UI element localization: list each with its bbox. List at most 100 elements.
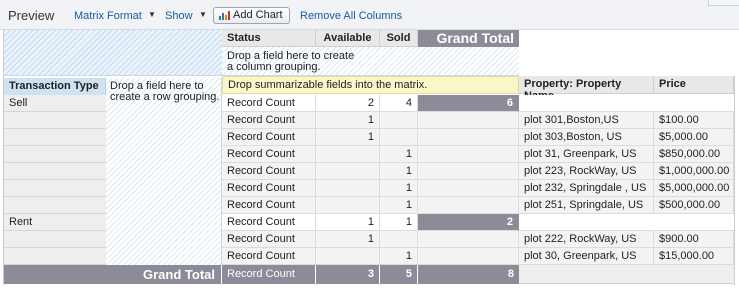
table-row: Record Count 2 4 6	[222, 95, 734, 112]
cell-property: plot 31, Greenpark, US	[519, 146, 654, 163]
row-group-spacer	[4, 129, 106, 146]
record-count-label: Record Count	[222, 163, 316, 180]
cell-available	[316, 180, 380, 197]
row-group-spacer	[4, 180, 106, 197]
table-row: Record Count 1 plot 251, Springdale, US …	[222, 197, 734, 214]
cell-price: $5,000,000.00	[654, 180, 734, 197]
column-drop-zone[interactable]: Drop a field here to create a column gro…	[222, 47, 519, 76]
grand-total-sold: 5	[380, 265, 418, 284]
cell-sold: 1	[380, 214, 418, 231]
frame-right	[734, 76, 735, 285]
cell-property: plot 223, RockWay, US	[519, 163, 654, 180]
cell-total	[418, 129, 519, 146]
cell-sold: 4	[380, 95, 418, 112]
record-count-label: Record Count	[222, 95, 316, 112]
cell-property: plot 232, Springdale , US	[519, 180, 654, 197]
cell-price: $15,000.00	[654, 248, 734, 265]
cell-total	[418, 180, 519, 197]
table-row: Record Count 1 plot 232, Springdale , US…	[222, 180, 734, 197]
add-chart-button[interactable]: Add Chart	[213, 7, 290, 24]
summarizable-drop-zone[interactable]: Drop summarizable fields into the matrix…	[222, 76, 519, 94]
grand-total-total: 8	[418, 265, 519, 284]
table-row: Record Count 1 plot 223, RockWay, US $1,…	[222, 163, 734, 180]
row-group-rent[interactable]: Rent	[4, 214, 106, 231]
price-header[interactable]: Price	[654, 76, 734, 94]
show-menu[interactable]: Show	[165, 10, 193, 22]
row-group-sell[interactable]: Sell	[4, 95, 106, 112]
cell-total	[418, 248, 519, 265]
preview-title: Preview	[8, 8, 55, 23]
record-count-label: Record Count	[222, 146, 316, 163]
cell-sold	[380, 129, 418, 146]
grand-total-available: 3	[316, 265, 380, 284]
cell-total: 2	[418, 214, 519, 231]
cell-available	[316, 248, 380, 265]
add-chart-label: Add Chart	[233, 9, 283, 21]
cell-total	[418, 146, 519, 163]
empty-cell	[519, 95, 734, 112]
cell-sold: 1	[380, 248, 418, 265]
record-count-label: Record Count	[222, 129, 316, 146]
cell-available: 1	[316, 214, 380, 231]
cell-sold: 1	[380, 163, 418, 180]
row-group-spacer	[4, 112, 106, 129]
cell-total	[418, 112, 519, 129]
chevron-down-icon[interactable]: ▼	[199, 10, 207, 19]
table-row: Record Count 1 plot 31, Greenpark, US $8…	[222, 146, 734, 163]
remove-all-columns-link[interactable]: Remove All Columns	[300, 10, 402, 22]
cell-total	[418, 231, 519, 248]
cell-total	[418, 197, 519, 214]
grand-total-filler	[519, 265, 734, 284]
table-row: Record Count 1 plot 301,Boston,US $100.0…	[222, 112, 734, 129]
row-group-column: Sell Rent	[4, 95, 106, 265]
record-count-label: Record Count	[222, 112, 316, 129]
cell-price: $1,000,000.00	[654, 163, 734, 180]
cell-available	[316, 146, 380, 163]
row-drop-hint: Drop a field here to create a row groupi…	[110, 80, 220, 103]
column-sold[interactable]: Sold	[380, 30, 418, 47]
row-group-spacer	[4, 197, 106, 214]
cell-property: plot 30, Greenpark, US	[519, 248, 654, 265]
row-drop-zone[interactable]: Drop a field here to create a row groupi…	[106, 78, 222, 265]
status-header[interactable]: Status	[222, 30, 316, 47]
grand-total-header: Grand Total	[418, 30, 519, 47]
transaction-type-header[interactable]: Transaction Type	[4, 78, 106, 95]
cell-property: plot 222, RockWay, US	[519, 231, 654, 248]
report-toolbar: Preview Matrix Format ▼ Show ▼ Add Chart…	[0, 0, 739, 30]
cell-price: $5,000.00	[654, 129, 734, 146]
cell-total: 6	[418, 95, 519, 112]
table-row: Record Count 1 plot 222, RockWay, US $90…	[222, 231, 734, 248]
cell-available: 1	[316, 129, 380, 146]
table-row: Record Count 1 1 2	[222, 214, 734, 231]
record-count-label: Record Count	[222, 214, 316, 231]
chart-icon	[219, 11, 230, 20]
cell-property: plot 301,Boston,US	[519, 112, 654, 129]
cell-total	[418, 163, 519, 180]
record-count-label: Record Count	[222, 180, 316, 197]
toolbar-edge	[708, 0, 739, 6]
row-group-spacer	[4, 248, 106, 265]
cell-sold: 1	[380, 197, 418, 214]
row-group-spacer	[4, 231, 106, 248]
matrix-body: Record Count 2 4 6 Record Count 1 plot 3…	[222, 95, 734, 265]
record-count-label: Record Count	[222, 197, 316, 214]
record-count-label: Record Count	[222, 231, 316, 248]
cell-available: 1	[316, 231, 380, 248]
cell-property: plot 303,Boston, US	[519, 129, 654, 146]
cell-price: $100.00	[654, 112, 734, 129]
cell-available	[316, 163, 380, 180]
grand-total-label: Grand Total	[4, 265, 222, 284]
frame-left	[3, 30, 4, 285]
cell-price: $900.00	[654, 231, 734, 248]
grand-total-record-count: Record Count	[222, 265, 316, 284]
matrix-format-menu[interactable]: Matrix Format	[74, 10, 142, 22]
cell-sold	[380, 112, 418, 129]
property-name-header[interactable]: Property: Property Name	[519, 76, 654, 102]
cell-sold: 1	[380, 180, 418, 197]
matrix-corner	[4, 30, 222, 76]
column-available[interactable]: Available	[316, 30, 380, 47]
cell-available: 2	[316, 95, 380, 112]
row-group-spacer	[4, 146, 106, 163]
cell-sold: 1	[380, 146, 418, 163]
chevron-down-icon[interactable]: ▼	[148, 10, 156, 19]
